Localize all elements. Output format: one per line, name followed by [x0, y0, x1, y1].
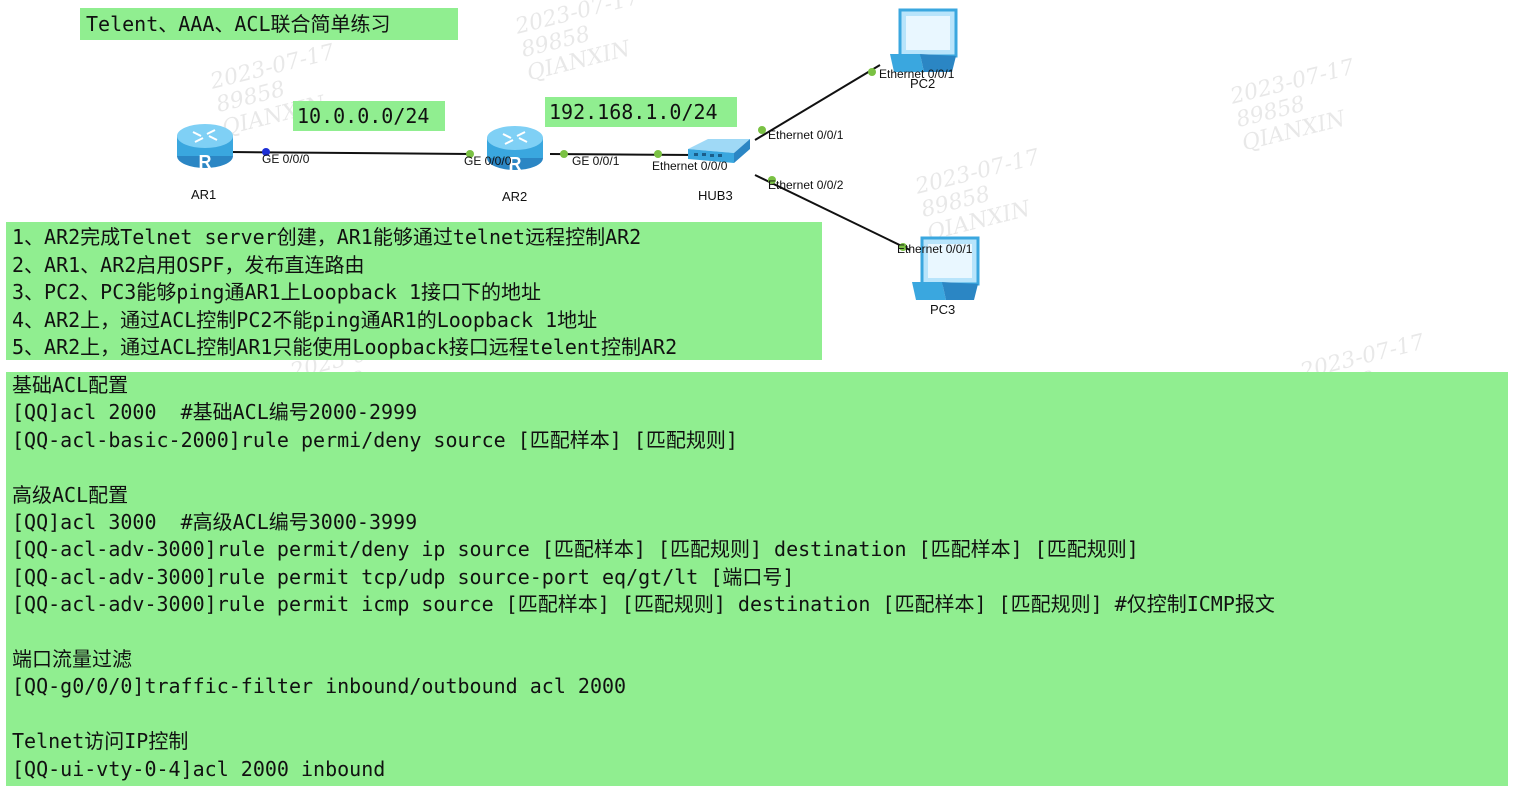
port-label-ar1-ge000: GE 0/0/0	[262, 152, 310, 166]
section-heading-advanced-acl: 高级ACL配置	[12, 482, 129, 507]
config-notes: 基础ACL配置 [QQ]acl 2000 #基础ACL编号2000-2999 […	[6, 372, 1508, 786]
config-line: [QQ-acl-adv-3000]rule permit icmp source…	[12, 592, 1275, 617]
config-line: [QQ]acl 2000 #基础ACL编号2000-2999	[12, 400, 418, 425]
task-item: 4、AR2上，通过ACL控制PC2不能ping通AR1的Loopback 1地址	[12, 307, 598, 332]
task-item: 1、AR2完成Telnet server创建，AR1能够通过telnet远程控制…	[12, 225, 642, 249]
port-label-ar2-ge000: GE 0/0/0	[464, 154, 512, 168]
port-label-pc3-e001: Ethernet 0/0/1	[897, 242, 973, 256]
port-label-hub-e000: Ethernet 0/0/0	[652, 159, 728, 173]
router-icon[interactable]: R	[177, 124, 233, 172]
config-line: [QQ]acl 3000 #高级ACL编号3000-3999	[12, 510, 418, 535]
port-dot-ar2-ge001	[560, 150, 568, 158]
config-line: [QQ-acl-adv-3000]rule permit/deny ip sou…	[12, 537, 1139, 562]
device-label-ar1: AR1	[191, 187, 217, 202]
port-dot-pc2	[868, 68, 876, 76]
port-label-pc2-e001: Ethernet 0/0/1	[879, 67, 955, 81]
device-label-ar2: AR2	[502, 189, 528, 204]
port-label-hub-e002: Ethernet 0/0/2	[768, 178, 844, 192]
port-dot-hub-e001	[758, 126, 766, 134]
svg-text:R: R	[199, 152, 212, 172]
section-heading-basic-acl: 基础ACL配置	[12, 373, 129, 397]
port-label-ar2-ge001: GE 0/0/1	[572, 154, 620, 168]
device-label-pc3: PC3	[930, 302, 956, 317]
port-label-hub-e001: Ethernet 0/0/1	[768, 128, 844, 142]
pc-icon[interactable]	[890, 8, 958, 72]
section-heading-traffic-filter: 端口流量过滤	[12, 647, 132, 672]
task-item: 3、PC2、PC3能够ping通AR1上Loopback 1接口下的地址	[12, 280, 541, 304]
device-label-hub3: HUB3	[698, 188, 733, 203]
config-line: [QQ-acl-basic-2000]rule permi/deny sourc…	[12, 427, 738, 452]
config-line: [QQ-g0/0/0]traffic-filter inbound/outbou…	[12, 674, 627, 699]
task-item: 2、AR1、AR2启用OSPF，发布直连路由	[12, 252, 365, 277]
task-item: 5、AR2上，通过ACL控制AR1只能使用Loopback接口远程telent控…	[12, 335, 678, 359]
task-list: 1、AR2完成Telnet server创建，AR1能够通过telnet远程控制…	[6, 222, 822, 360]
config-line: [QQ-ui-vty-0-4]acl 2000 inbound	[12, 756, 386, 781]
config-line: [QQ-acl-adv-3000]rule permit tcp/udp sou…	[12, 564, 795, 589]
port-dot-hub-e000	[654, 150, 662, 158]
section-heading-telnet-acl: Telnet访问IP控制	[12, 729, 189, 754]
